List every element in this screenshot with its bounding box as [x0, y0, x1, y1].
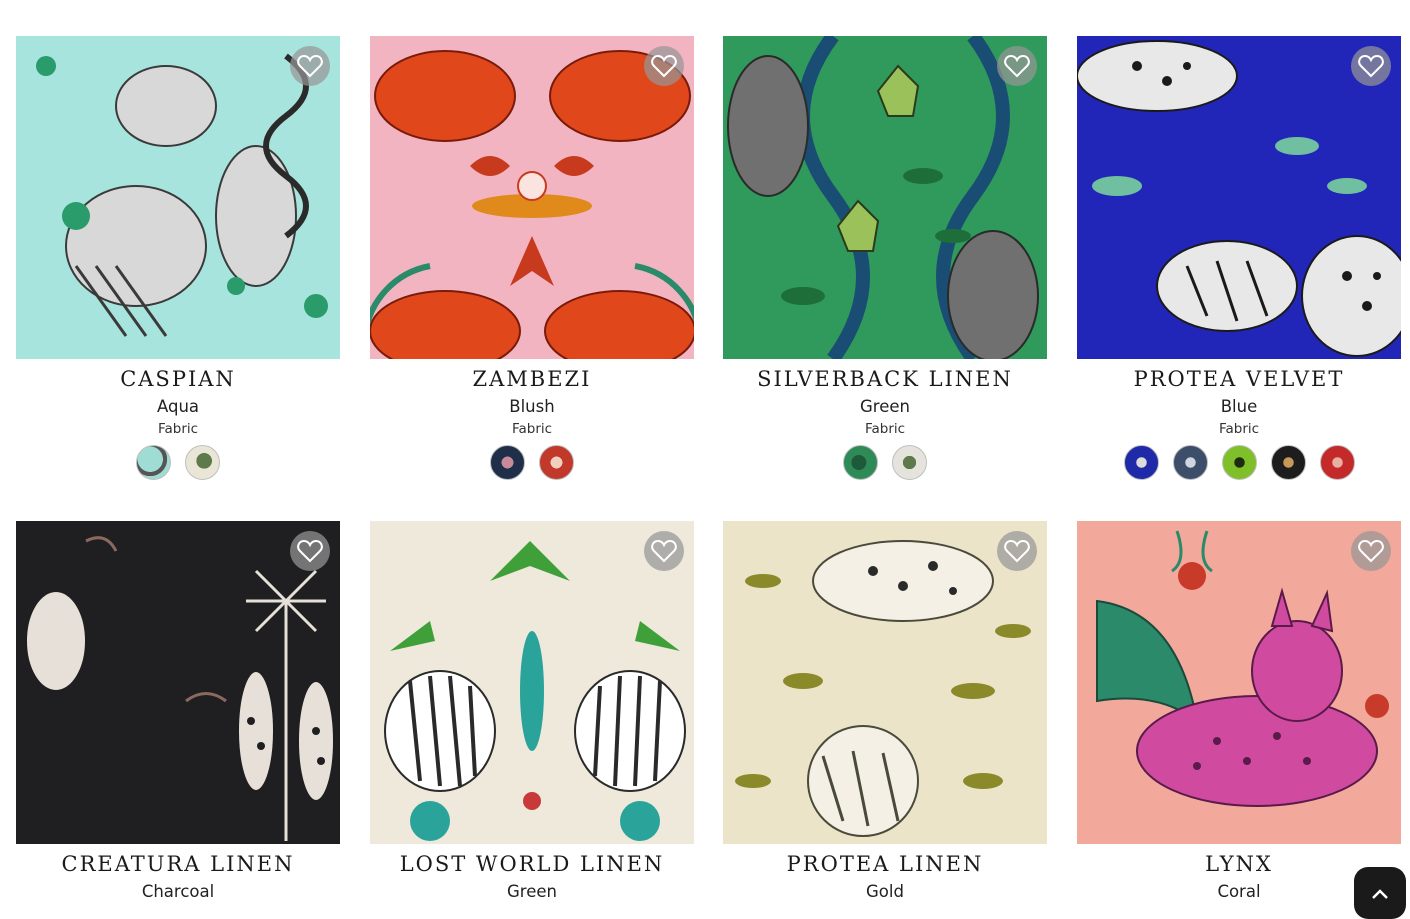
add-to-wishlist-button[interactable] [997, 46, 1037, 86]
product-colour: Gold [866, 882, 904, 901]
product-type: Fabric [157, 421, 199, 437]
product-name[interactable]: LOST WORLD LINEN [370, 850, 694, 878]
fabric-pattern-image [16, 521, 340, 844]
product-image[interactable] [370, 521, 694, 844]
add-to-wishlist-button[interactable] [997, 531, 1037, 571]
colour-swatches [1077, 445, 1401, 481]
fabric-pattern-image [370, 521, 694, 844]
product-image[interactable] [723, 521, 1047, 844]
product-colour: Blue [1220, 397, 1258, 416]
product-name[interactable]: CREATURA LINEN [16, 850, 340, 878]
protea-slate-swatch[interactable] [1172, 445, 1208, 480]
add-to-wishlist-button[interactable] [1351, 531, 1391, 571]
product-card-creatura-linen[interactable]: CREATURA LINEN Charcoal [16, 521, 340, 904]
colour-swatches [370, 445, 694, 481]
colour-swatches [16, 445, 340, 481]
add-to-wishlist-button[interactable] [644, 46, 684, 86]
product-card-protea-linen[interactable]: PROTEA LINEN Gold [723, 521, 1047, 904]
fabric-pattern-image [1077, 36, 1401, 359]
product-name[interactable]: PROTEA LINEN [723, 850, 1047, 878]
heart-outline-icon [1358, 54, 1384, 78]
protea-blue-swatch[interactable] [1123, 445, 1159, 480]
caspian-aqua-swatch[interactable] [136, 445, 171, 480]
heart-outline-icon [1004, 539, 1030, 563]
product-image[interactable] [16, 521, 340, 844]
add-to-wishlist-button[interactable] [290, 531, 330, 571]
product-card-lost-world-linen[interactable]: LOST WORLD LINEN Green [370, 521, 694, 904]
product-colour: Coral [1217, 882, 1261, 901]
product-name[interactable]: CASPIAN [16, 365, 340, 393]
heart-outline-icon [651, 539, 677, 563]
add-to-wishlist-button[interactable] [1351, 46, 1391, 86]
add-to-wishlist-button[interactable] [290, 46, 330, 86]
product-card-protea-velvet[interactable]: PROTEA VELVET Blue Fabric [1077, 36, 1401, 481]
back-to-top-button[interactable] [1354, 867, 1406, 919]
heart-outline-icon [297, 539, 323, 563]
product-name[interactable]: PROTEA VELVET [1077, 365, 1401, 393]
caspian-linen-swatch[interactable] [185, 445, 220, 480]
zambezi-red-swatch[interactable] [539, 445, 574, 480]
heart-outline-icon [651, 54, 677, 78]
product-card-zambezi[interactable]: ZAMBEZI Blush Fabric [370, 36, 694, 481]
protea-lime-swatch[interactable] [1221, 445, 1257, 480]
colour-swatches [723, 445, 1047, 481]
product-image[interactable] [723, 36, 1047, 359]
fabric-pattern-image [16, 36, 340, 359]
product-colour: Blush [509, 397, 555, 416]
heart-outline-icon [297, 54, 323, 78]
fabric-pattern-image [723, 521, 1047, 844]
product-image[interactable] [16, 36, 340, 359]
product-name[interactable]: SILVERBACK LINEN [723, 365, 1047, 393]
product-image[interactable] [1077, 36, 1401, 359]
fabric-pattern-image [370, 36, 694, 359]
heart-outline-icon [1358, 539, 1384, 563]
product-name[interactable]: LYNX [1077, 850, 1401, 878]
product-type: Fabric [864, 421, 906, 437]
zambezi-navy-swatch[interactable] [490, 445, 525, 480]
product-colour: Charcoal [141, 882, 215, 901]
product-type: Fabric [1218, 421, 1260, 437]
protea-red-swatch[interactable] [1319, 445, 1355, 480]
product-colour: Green [507, 882, 557, 901]
product-image[interactable] [1077, 521, 1401, 844]
fabric-pattern-image [723, 36, 1047, 359]
product-card-silverback-linen[interactable]: SILVERBACK LINEN Green Fabric [723, 36, 1047, 481]
product-type: Fabric [511, 421, 553, 437]
product-image[interactable] [370, 36, 694, 359]
product-card-caspian[interactable]: CASPIAN Aqua Fabric [16, 36, 340, 481]
heart-outline-icon [1004, 54, 1030, 78]
silverback-green-swatch[interactable] [843, 445, 878, 480]
product-card-lynx[interactable]: LYNX Coral [1077, 521, 1401, 904]
add-to-wishlist-button[interactable] [644, 531, 684, 571]
fabric-pattern-image [1077, 521, 1401, 844]
silverback-linen-swatch[interactable] [892, 445, 927, 480]
protea-black-swatch[interactable] [1270, 445, 1306, 480]
product-name[interactable]: ZAMBEZI [370, 365, 694, 393]
product-colour: Green [860, 397, 910, 416]
chevron-up-icon [1372, 889, 1388, 899]
product-colour: Aqua [156, 397, 200, 416]
product-grid: CASPIAN Aqua Fabric ZAMBEZI Blush Fabric… [0, 0, 1410, 919]
